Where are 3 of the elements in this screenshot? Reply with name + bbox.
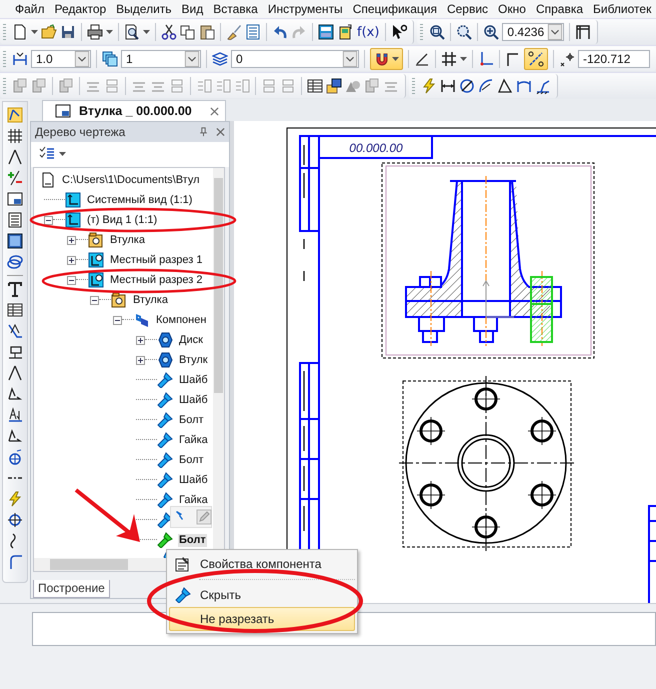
tab-title: Втулка _ 00.000.00 bbox=[79, 104, 192, 118]
drawing-designation: 00.000.00 bbox=[349, 141, 403, 155]
panel-title: Дерево чертежа bbox=[35, 124, 126, 139]
